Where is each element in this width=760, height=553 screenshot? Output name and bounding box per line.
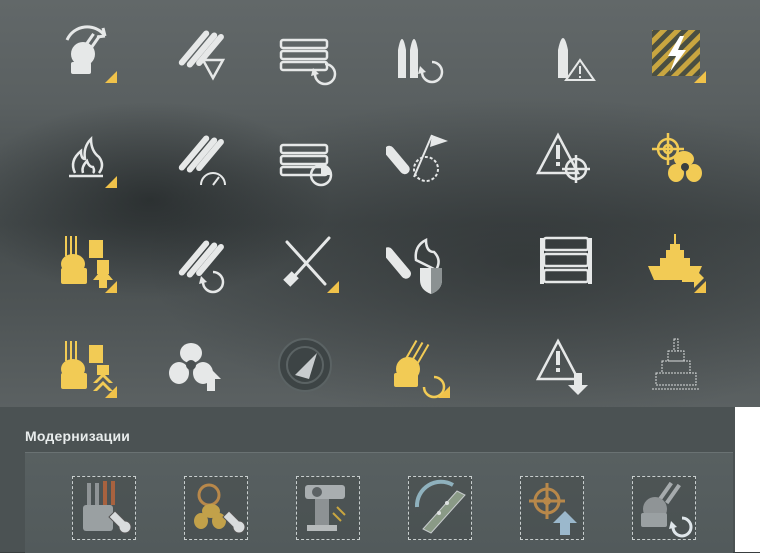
steering-up-mod-icon[interactable] [520,476,584,540]
modernizations-title: Модернизации [25,428,131,444]
turret-reload-mod-icon[interactable] [632,476,696,540]
torpedo-speed-icon[interactable] [165,125,235,195]
crossed-tools-icon[interactable] [275,230,345,300]
shells-reload-icon[interactable] [386,20,456,90]
steering-gears-mod-icon[interactable] [408,476,472,540]
torpedo-reload-icon[interactable] [165,230,235,300]
secondary-guns-double-icon[interactable] [53,335,123,405]
helm-propeller-icon[interactable] [642,125,712,195]
shell-warning-icon[interactable] [532,20,602,90]
ship-silhouette-icon[interactable] [642,335,712,405]
torpedo-tubes-icon[interactable] [532,230,602,300]
aa-gun-reload-icon[interactable] [386,335,456,405]
torpedo-tube-timer-icon[interactable] [275,125,345,195]
aiming-system-mod-icon[interactable] [296,476,360,540]
secondary-guns-upgrade-icon[interactable] [53,230,123,300]
lightning-hazard-icon[interactable] [642,20,712,90]
main-battery-mod-icon[interactable] [72,476,136,540]
warning-down-icon[interactable] [532,335,602,405]
fire-icon[interactable] [53,125,123,195]
turret-reload-icon[interactable] [53,20,123,90]
flag-shell-icon[interactable] [386,125,456,195]
panel-edge [735,407,760,552]
radar-compass-icon[interactable] [275,335,345,405]
battleship-icon[interactable] [642,230,712,300]
propulsion-mod-icon[interactable] [184,476,248,540]
fire-shield-icon[interactable] [386,230,456,300]
skills-panel [0,0,760,407]
torpedo-tube-reload-icon[interactable] [275,20,345,90]
propeller-up-icon[interactable] [165,335,235,405]
torpedo-triangle-icon[interactable] [165,20,235,90]
warning-target-icon[interactable] [532,125,602,195]
